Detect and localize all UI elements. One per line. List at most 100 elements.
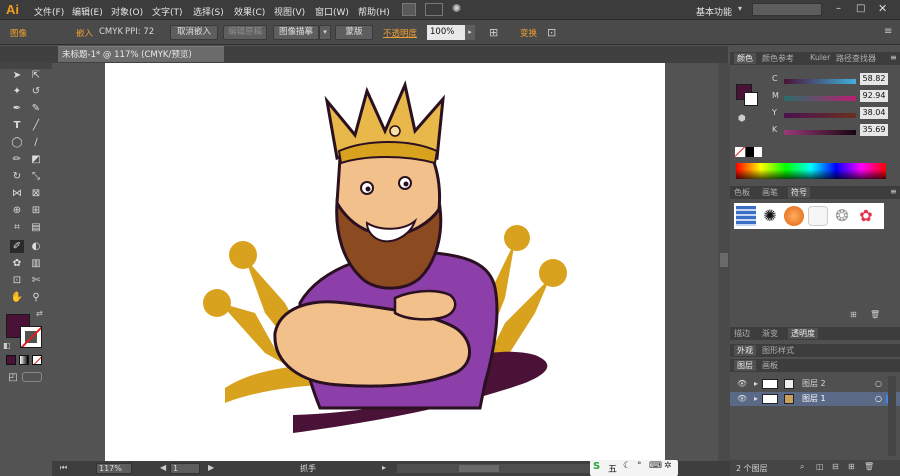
- width-tool-icon[interactable]: ⋈: [10, 187, 24, 200]
- chevron-down-icon[interactable]: ▾: [738, 4, 742, 13]
- expand-arrow-icon[interactable]: ▸: [754, 392, 758, 406]
- target-circle-icon[interactable]: ○: [875, 392, 882, 406]
- curvature-tool-icon[interactable]: ✎: [29, 102, 43, 115]
- ime-punctuation-icon[interactable]: °: [637, 461, 642, 471]
- artboard-tool-icon[interactable]: ⊡: [10, 274, 24, 287]
- tab-brushes[interactable]: 画笔: [762, 187, 778, 198]
- menu-effect[interactable]: 效果(C): [234, 5, 265, 18]
- black-slider-row[interactable]: K 35.69: [734, 124, 894, 138]
- cyan-slider[interactable]: [784, 79, 856, 84]
- gradient-tool-icon[interactable]: ▤: [29, 221, 43, 234]
- trace-preset-chevron-icon[interactable]: ▾: [319, 25, 331, 40]
- make-clipping-mask-icon[interactable]: ◫: [816, 462, 824, 471]
- tab-swatches[interactable]: 色板: [734, 187, 750, 198]
- horizontal-scrollbar-thumb[interactable]: [459, 465, 499, 472]
- tab-kuler[interactable]: Kuler: [810, 53, 830, 62]
- menu-view[interactable]: 视图(V): [274, 5, 305, 18]
- panel-menu-icon[interactable]: ≡: [890, 53, 897, 62]
- mesh-tool-icon[interactable]: ⌗: [10, 221, 24, 234]
- menu-help[interactable]: 帮助(H): [358, 5, 390, 18]
- selection-tool-icon[interactable]: ➤: [10, 69, 24, 82]
- edit-original-button[interactable]: 编辑原稿: [223, 25, 267, 40]
- magic-wand-tool-icon[interactable]: ✦: [10, 85, 24, 98]
- gradient-mode-icon[interactable]: [19, 355, 29, 365]
- document-tab[interactable]: 未标题-1* @ 117% (CMYK/预览): [58, 46, 224, 62]
- artboard-number-select[interactable]: 1: [170, 463, 200, 474]
- bridge-icon[interactable]: [402, 3, 416, 16]
- ime-toolbar[interactable]: S 五 ☾ ° ⌨ ✲: [590, 460, 678, 476]
- pencil-tool-icon[interactable]: ✏: [10, 153, 24, 166]
- visibility-eye-icon[interactable]: 👁: [737, 377, 747, 391]
- tab-artboards[interactable]: 画板: [762, 360, 778, 371]
- next-artboard-icon[interactable]: ▶: [208, 463, 214, 472]
- symbol-splatter[interactable]: ✺: [760, 206, 780, 226]
- column-graph-tool-icon[interactable]: ▥: [29, 257, 43, 270]
- horizontal-scrollbar[interactable]: [397, 464, 617, 473]
- layer-row[interactable]: 👁 ▸ 图层 1 ○: [730, 392, 900, 406]
- symbol-stripes[interactable]: [736, 206, 756, 226]
- swatch-panel-menu-icon[interactable]: ≡: [890, 187, 897, 196]
- symbol-flower[interactable]: ✿: [856, 206, 876, 226]
- symbol-sprayer-tool-icon[interactable]: ✿: [10, 257, 24, 270]
- previous-artboard-icon[interactable]: ◀: [160, 463, 166, 472]
- vertical-scrollbar[interactable]: [718, 63, 730, 461]
- menu-select[interactable]: 选择(S): [193, 5, 224, 18]
- swap-colors-icon[interactable]: ⇄: [36, 309, 43, 318]
- ime-moon-icon[interactable]: ☾: [623, 461, 631, 471]
- delete-symbol-icon[interactable]: 🗑: [870, 310, 880, 319]
- menu-file[interactable]: 文件(F): [34, 5, 64, 18]
- free-transform-tool-icon[interactable]: ⊠: [29, 187, 43, 200]
- tab-symbols[interactable]: 符号: [788, 187, 810, 198]
- ime-wubi-icon[interactable]: 五: [608, 462, 617, 475]
- stroke-swatch[interactable]: [20, 326, 42, 348]
- maximize-icon[interactable]: □: [856, 3, 865, 14]
- yellow-slider[interactable]: [784, 113, 856, 118]
- scale-tool-icon[interactable]: ⤡: [29, 170, 43, 183]
- scrollbar-thumb[interactable]: [720, 253, 728, 267]
- tab-appearance[interactable]: 外观: [734, 345, 756, 356]
- ime-keyboard-icon[interactable]: ⌨: [649, 461, 662, 471]
- yellow-slider-row[interactable]: Y 38.04: [734, 107, 894, 121]
- ime-settings-icon[interactable]: ✲: [664, 461, 672, 471]
- expand-arrow-icon[interactable]: ▸: [754, 377, 758, 391]
- mask-button[interactable]: 蒙版: [335, 25, 373, 40]
- magenta-slider-row[interactable]: M 92.94: [734, 90, 894, 104]
- opacity-input[interactable]: 100%: [427, 25, 465, 40]
- ellipse-tool-icon[interactable]: ◯: [10, 136, 24, 149]
- screen-mode-icon[interactable]: [22, 372, 42, 382]
- shape-builder-tool-icon[interactable]: ⊕: [10, 204, 24, 217]
- minimize-icon[interactable]: –: [836, 3, 841, 14]
- blend-tool-icon[interactable]: ◐: [29, 240, 43, 253]
- black-slider[interactable]: [784, 130, 856, 135]
- status-menu-icon[interactable]: ▸: [382, 463, 386, 472]
- eyedropper-tool-icon[interactable]: ✐: [10, 240, 24, 253]
- menu-type[interactable]: 文字(T): [152, 5, 183, 18]
- type-tool-icon[interactable]: T: [10, 119, 24, 132]
- delete-layer-icon[interactable]: 🗑: [864, 462, 874, 471]
- reference-point-icon[interactable]: ⊞: [489, 26, 498, 39]
- tab-gradient[interactable]: 渐变: [762, 328, 778, 339]
- perspective-grid-tool-icon[interactable]: ⊞: [29, 204, 43, 217]
- layer-row[interactable]: 👁 ▸ 图层 2 ○: [730, 377, 900, 391]
- control-menu-icon[interactable]: ≡: [884, 26, 892, 37]
- tab-color[interactable]: 颜色: [734, 53, 756, 64]
- arrange-documents-icon[interactable]: [425, 3, 443, 16]
- draw-mode-icon[interactable]: ◰: [6, 371, 20, 384]
- new-layer-icon[interactable]: ⊞: [848, 462, 855, 471]
- first-artboard-icon[interactable]: ⏮: [60, 463, 67, 473]
- symbol-orange-button[interactable]: [784, 206, 804, 226]
- white-color-icon[interactable]: [754, 147, 762, 157]
- magenta-slider[interactable]: [784, 96, 856, 101]
- new-symbol-icon[interactable]: ⊞: [850, 310, 857, 319]
- tab-graphic-styles[interactable]: 图形样式: [762, 345, 794, 356]
- color-spectrum[interactable]: [736, 163, 886, 179]
- lasso-tool-icon[interactable]: ↺: [29, 85, 43, 98]
- direct-selection-tool-icon[interactable]: ⇱: [29, 69, 43, 82]
- slice-tool-icon[interactable]: ✄: [29, 274, 43, 287]
- menu-object[interactable]: 对象(O): [111, 5, 143, 18]
- cyan-slider-row[interactable]: C 58.82: [734, 73, 894, 87]
- opacity-label[interactable]: 不透明度: [383, 27, 417, 39]
- tab-transparency[interactable]: 透明度: [788, 328, 818, 339]
- layer-name[interactable]: 图层 1: [802, 392, 826, 406]
- color-mode-icon[interactable]: [6, 355, 16, 365]
